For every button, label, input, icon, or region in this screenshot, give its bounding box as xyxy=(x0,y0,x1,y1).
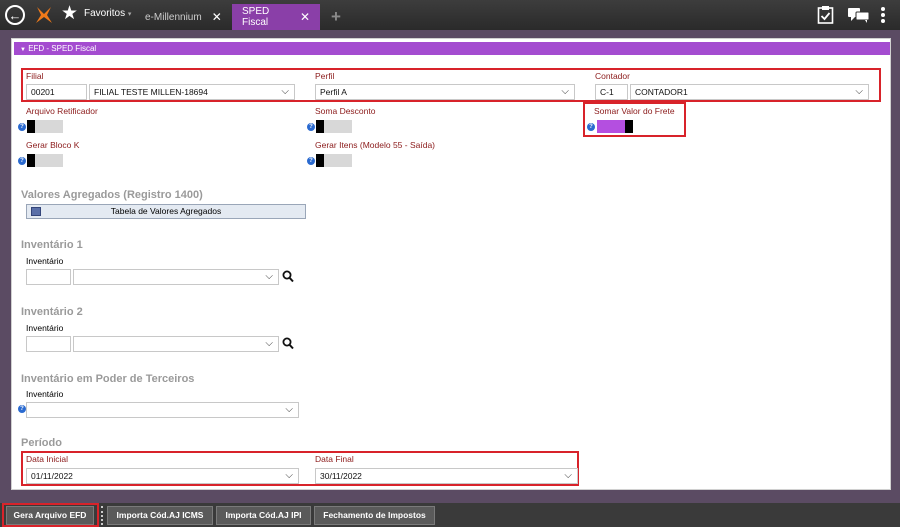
inventario-terceiros-select[interactable]: ⌵ xyxy=(26,402,299,418)
efd-panel: ▼ EFD - SPED Fiscal Filial 00201 FILIAL … xyxy=(11,38,891,490)
inventario-1-code-input[interactable] xyxy=(26,269,71,285)
panel-title: EFD - SPED Fiscal xyxy=(28,44,97,53)
inventario-1-title: Inventário 1 xyxy=(21,239,83,251)
separator xyxy=(101,506,104,525)
inventario-2-field-label: Inventário xyxy=(26,323,64,333)
inventario-1-field-label: Inventário xyxy=(26,256,64,266)
button-label: Tabela de Valores Agregados xyxy=(110,206,222,216)
data-inicial-label: Data Inicial xyxy=(26,454,69,464)
favorites-menu[interactable]: Favoritos ▾ xyxy=(84,8,131,19)
help-icon[interactable]: ? xyxy=(587,123,595,131)
perfil-select-value: Perfil A xyxy=(320,87,347,97)
gerar-bloco-k-label: Gerar Bloco K xyxy=(26,140,80,150)
contador-label: Contador xyxy=(595,71,630,81)
toggle-knob xyxy=(316,120,324,133)
toggle-knob xyxy=(27,154,35,167)
clipboard-check-icon[interactable] xyxy=(817,5,834,24)
contador-code-input[interactable]: C-1 xyxy=(595,84,628,100)
chevron-down-icon: ⌵ xyxy=(281,86,289,97)
toggle-knob xyxy=(316,154,324,167)
collapse-icon[interactable]: ▼ xyxy=(20,47,26,53)
periodo-title: Período xyxy=(21,437,62,449)
data-final-value: 30/11/2022 xyxy=(320,471,362,481)
top-bar: ← ★ Favoritos ▾ e-Millennium ✕ SPED Fisc… xyxy=(0,0,900,30)
close-icon[interactable]: ✕ xyxy=(212,10,222,24)
chevron-down-icon: ⌵ xyxy=(285,404,293,415)
data-final-picker[interactable]: 30/11/2022 ⌵ xyxy=(315,468,578,484)
millennium-logo-icon[interactable] xyxy=(33,4,55,26)
inventario-terceiros-field-label: Inventário xyxy=(26,389,64,399)
somar-valor-frete-toggle[interactable] xyxy=(597,120,633,133)
data-inicial-picker[interactable]: 01/11/2022 ⌵ xyxy=(26,468,299,484)
favorites-label: Favoritos xyxy=(84,8,126,19)
data-inicial-value: 01/11/2022 xyxy=(31,471,73,481)
chevron-down-icon: ⌵ xyxy=(265,271,273,282)
chevron-down-icon: ⌵ xyxy=(561,86,569,97)
tabela-valores-agregados-button[interactable]: Tabela de Valores Agregados xyxy=(26,204,306,219)
tab-sped-fiscal[interactable]: SPED Fiscal ✕ xyxy=(232,4,320,30)
perfil-select[interactable]: Perfil A ⌵ xyxy=(315,84,575,100)
contador-select-value: CONTADOR1 xyxy=(635,87,688,97)
help-icon[interactable]: ? xyxy=(18,123,26,131)
tab-label: e-Millennium xyxy=(145,11,202,23)
inventario-2-code-input[interactable] xyxy=(26,336,71,352)
importa-cod-aj-icms-button[interactable]: Importa Cód.AJ ICMS xyxy=(107,506,213,525)
help-icon[interactable]: ? xyxy=(18,405,26,413)
importa-cod-aj-ipi-button[interactable]: Importa Cód.AJ IPI xyxy=(216,506,311,525)
arquivo-retificador-toggle[interactable] xyxy=(27,120,63,133)
perfil-label: Perfil xyxy=(315,71,335,81)
help-icon[interactable]: ? xyxy=(18,157,26,165)
close-icon[interactable]: ✕ xyxy=(300,10,310,24)
filial-select-value: FILIAL TESTE MILLEN-18694 xyxy=(94,87,208,97)
search-icon[interactable] xyxy=(282,337,294,350)
data-final-label: Data Final xyxy=(315,454,354,464)
contador-select[interactable]: CONTADOR1 ⌵ xyxy=(630,84,869,100)
arquivo-retificador-label: Arquivo Retificador xyxy=(26,106,98,116)
fechamento-de-impostos-button[interactable]: Fechamento de Impostos xyxy=(314,506,435,525)
inventario-2-select[interactable]: ⌵ xyxy=(73,336,279,352)
gerar-itens-label: Gerar Itens (Modelo 55 - Saída) xyxy=(315,140,436,150)
chevron-down-icon: ⌵ xyxy=(564,470,572,481)
gera-arquivo-efd-button[interactable]: Gera Arquivo EFD xyxy=(6,506,94,525)
help-icon[interactable]: ? xyxy=(307,157,315,165)
tab-e-millennium[interactable]: e-Millennium ✕ xyxy=(135,4,232,30)
somar-valor-frete-label: Somar Valor do Frete xyxy=(594,106,675,116)
chevron-down-icon: ⌵ xyxy=(855,86,863,97)
inventario-2-title: Inventário 2 xyxy=(21,306,83,318)
gerar-itens-toggle[interactable] xyxy=(316,154,352,167)
back-arrow-icon[interactable]: ← xyxy=(5,5,25,25)
valores-agregados-title: Valores Agregados (Registro 1400) xyxy=(21,189,203,201)
chevron-down-icon: ▾ xyxy=(127,11,132,18)
inventario-terceiros-title: Inventário em Poder de Terceiros xyxy=(21,373,195,385)
add-tab-button[interactable]: + xyxy=(331,7,341,27)
calendar-icon xyxy=(31,207,41,216)
chevron-down-icon: ⌵ xyxy=(265,338,273,349)
panel-header[interactable]: ▼ EFD - SPED Fiscal xyxy=(14,42,890,55)
soma-desconto-toggle[interactable] xyxy=(316,120,352,133)
search-icon[interactable] xyxy=(282,270,294,283)
gerar-bloco-k-toggle[interactable] xyxy=(27,154,63,167)
toggle-knob xyxy=(27,120,35,133)
tab-label: SPED Fiscal xyxy=(242,6,270,28)
toggle-knob xyxy=(625,120,633,133)
chat-icon[interactable] xyxy=(848,7,870,23)
chevron-down-icon: ⌵ xyxy=(285,470,293,481)
inventario-1-select[interactable]: ⌵ xyxy=(73,269,279,285)
filial-label: Filial xyxy=(26,71,44,81)
filial-select[interactable]: FILIAL TESTE MILLEN-18694 ⌵ xyxy=(89,84,295,100)
help-icon[interactable]: ? xyxy=(307,123,315,131)
filial-code-input[interactable]: 00201 xyxy=(26,84,87,100)
star-icon[interactable]: ★ xyxy=(61,3,78,25)
more-vert-icon[interactable] xyxy=(880,6,886,24)
soma-desconto-label: Soma Desconto xyxy=(315,106,376,116)
